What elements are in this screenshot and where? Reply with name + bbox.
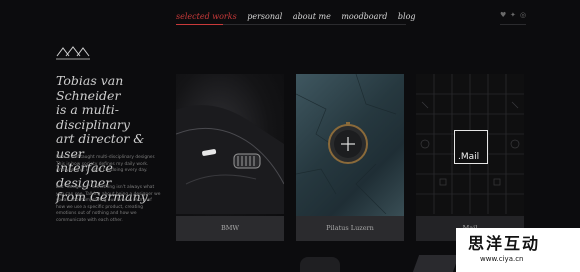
- bio-line: But "designing" something isn't always w…: [56, 185, 155, 190]
- logo-triangles-icon[interactable]: [56, 44, 90, 62]
- hero-line: is a multi-disciplinary: [56, 102, 130, 132]
- bio-line: I am a self-taught multi-disciplinary de…: [56, 155, 156, 160]
- bio-line: communicate with each other.: [56, 217, 123, 223]
- mail-logo: .Mail: [454, 130, 488, 164]
- mail-logo-text: .Mail: [458, 152, 480, 162]
- bio-line: speak about improving our lives in terms…: [56, 198, 152, 204]
- card-caption-pilatus-luzern[interactable]: Pilatus Luzern: [296, 216, 404, 241]
- nav-active-indicator: [176, 24, 223, 25]
- card-caption-bmw[interactable]: BMW: [176, 216, 284, 241]
- bmw-car-image: [176, 105, 284, 214]
- watermark-chinese-text: 思洋互动: [468, 234, 541, 253]
- pilatus-watch-image: [296, 74, 397, 214]
- next-row-ribbon: [412, 255, 460, 272]
- next-row-card-preview: [300, 257, 340, 272]
- social-links: ♥ ✦ ◎: [500, 12, 527, 19]
- bio-paragraph-2: But "designing" something isn't always w…: [56, 185, 168, 225]
- watermark: 思洋互动 www.ciya.cn: [456, 228, 580, 272]
- nav-item-moodboard[interactable]: moodboard: [341, 12, 387, 21]
- nav-item-about-me[interactable]: about me: [293, 12, 331, 21]
- project-card-mail[interactable]: .Mail: [416, 74, 524, 218]
- bio-line: emotions out of nothing and how we: [56, 211, 137, 217]
- social-divider: [500, 24, 526, 25]
- bio-paragraph-1: I am a self-taught multi-disciplinary de…: [56, 155, 168, 175]
- project-card-pilatus-luzern[interactable]: [296, 74, 404, 218]
- hero-line: Tobias van Schneider: [56, 73, 124, 103]
- dribbble-icon[interactable]: ◎: [520, 12, 527, 19]
- nav-item-personal[interactable]: personal: [247, 12, 282, 21]
- nav-item-blog[interactable]: blog: [398, 12, 416, 21]
- watermark-url: www.ciya.cn: [480, 255, 524, 263]
- twitter-icon[interactable]: ✦: [510, 12, 517, 19]
- bio-line: And yes, this is what I'm doing every da…: [56, 168, 148, 174]
- main-nav: selected works personal about me moodboa…: [176, 12, 424, 21]
- heart-icon[interactable]: ♥: [500, 12, 507, 19]
- project-card-bmw[interactable]: [176, 74, 284, 218]
- nav-item-selected-works[interactable]: selected works: [176, 12, 237, 21]
